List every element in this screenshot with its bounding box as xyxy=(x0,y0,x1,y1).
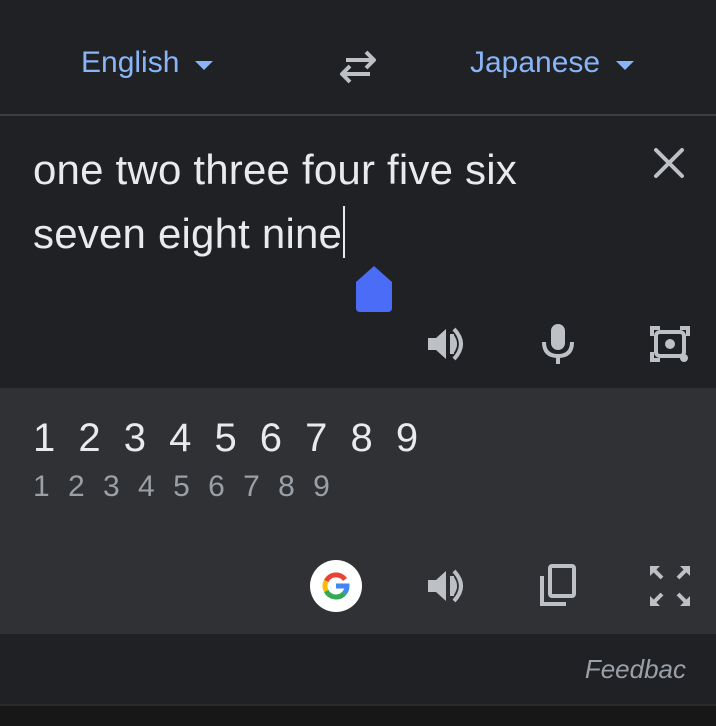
input-area[interactable]: one two three four five six seven eight … xyxy=(0,116,716,388)
target-language-label: Japanese xyxy=(470,46,601,79)
fullscreen-icon[interactable] xyxy=(646,562,694,610)
translation-output: 1 2 3 4 5 6 7 8 9 1 2 3 4 5 6 7 8 9 xyxy=(0,388,716,634)
microphone-icon[interactable] xyxy=(534,320,582,368)
romanization-text: 1 2 3 4 5 6 7 8 9 xyxy=(33,470,335,503)
source-text-input[interactable]: one two three four five six seven eight … xyxy=(33,138,623,266)
language-bar: English Japanese xyxy=(0,0,716,116)
chevron-down-icon xyxy=(195,60,214,70)
copy-icon[interactable] xyxy=(534,562,582,610)
translate-app: English Japanese one two three four five… xyxy=(0,0,716,726)
swap-arrows-icon[interactable] xyxy=(336,48,380,84)
feedback-bar: Feedbac xyxy=(0,634,716,704)
bottom-divider xyxy=(0,704,716,726)
chevron-down-icon xyxy=(616,60,635,70)
translated-text: 1 2 3 4 5 6 7 8 9 xyxy=(33,416,425,460)
source-text-line-2: seven eight nine xyxy=(33,210,343,257)
google-search-button[interactable] xyxy=(310,560,362,612)
source-text-line-1: one two three four five six xyxy=(33,146,517,193)
feedback-link[interactable]: Feedbac xyxy=(585,654,686,685)
google-logo-icon xyxy=(322,572,350,600)
target-language-selector[interactable]: Japanese xyxy=(470,46,635,80)
source-language-label: English xyxy=(81,46,180,79)
text-cursor xyxy=(343,206,346,258)
selection-handle-icon[interactable] xyxy=(356,266,392,312)
close-icon[interactable] xyxy=(648,142,690,184)
camera-icon[interactable] xyxy=(646,320,694,368)
source-language-selector[interactable]: English xyxy=(81,46,214,80)
speaker-icon[interactable] xyxy=(424,320,472,368)
speaker-icon[interactable] xyxy=(424,562,472,610)
